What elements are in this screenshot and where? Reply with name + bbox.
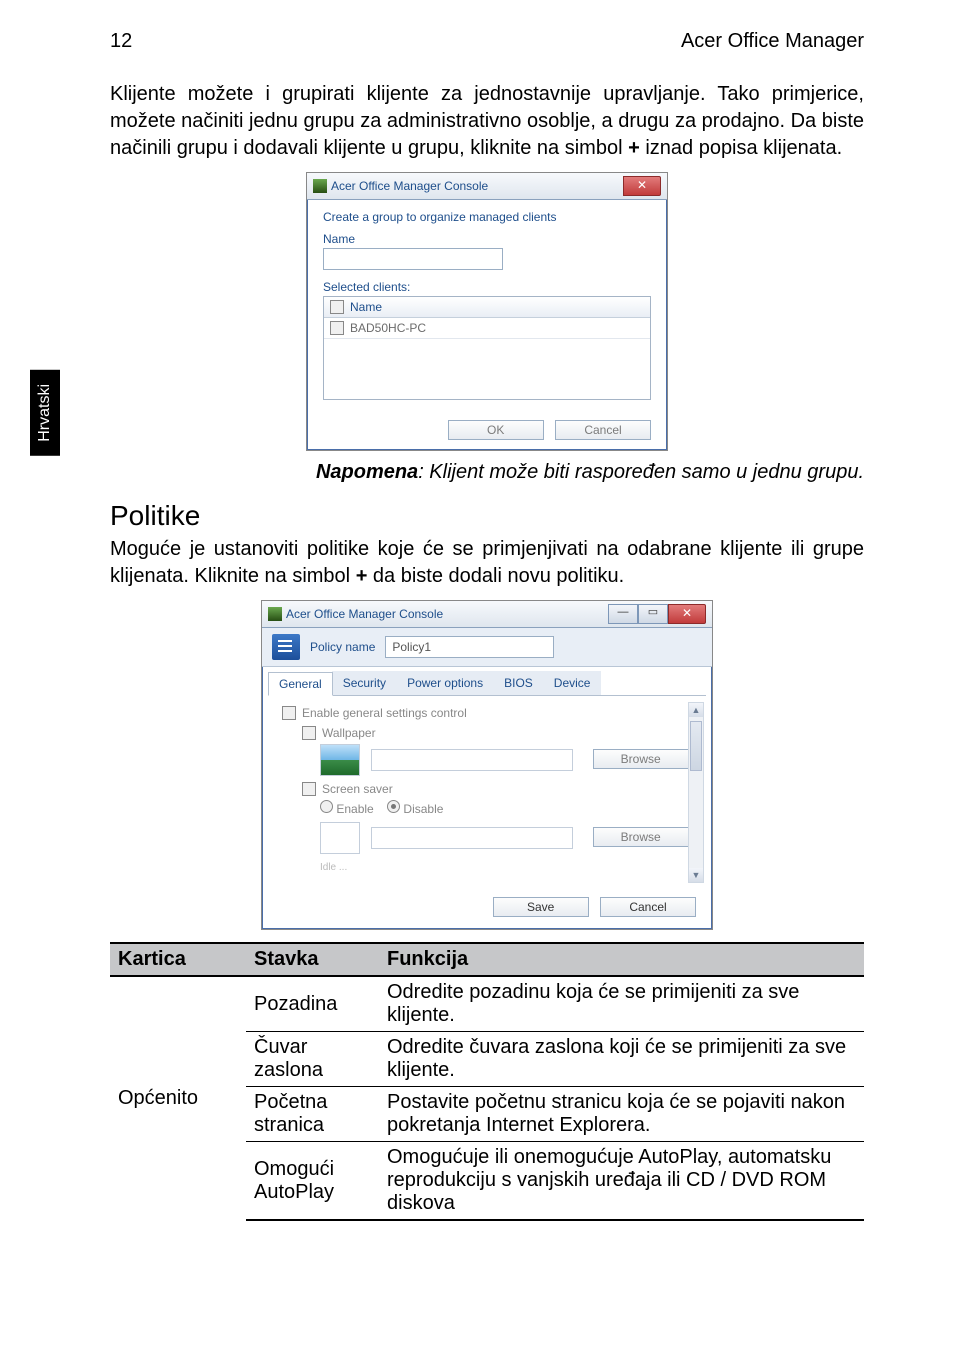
selected-clients-label: Selected clients: bbox=[323, 280, 651, 294]
disable-radio[interactable] bbox=[387, 800, 400, 813]
enable-radio-label: Enable bbox=[336, 802, 373, 816]
scroll-up-icon[interactable]: ▲ bbox=[689, 703, 703, 717]
col-stavka: Stavka bbox=[246, 943, 379, 976]
policy-items-table: Kartica Stavka Funkcija Općenito Pozadin… bbox=[110, 942, 864, 1221]
close-icon[interactable]: ✕ bbox=[623, 176, 661, 196]
app-icon bbox=[268, 607, 282, 621]
stavka-cell: Čuvar zaslona bbox=[246, 1032, 379, 1087]
wallpaper-preview-icon bbox=[320, 744, 360, 776]
save-button[interactable]: Save bbox=[493, 897, 589, 917]
stavka-cell: Omogući AutoPlay bbox=[246, 1142, 379, 1221]
intro-paragraph-2: Moguće je ustanoviti politike koje će se… bbox=[110, 536, 864, 590]
table-row: Općenito Pozadina Odredite pozadinu koja… bbox=[110, 976, 864, 1032]
browse-screensaver-button[interactable]: Browse bbox=[593, 827, 689, 847]
doc-title: Acer Office Manager bbox=[681, 30, 864, 53]
kartica-cell: Općenito bbox=[110, 976, 246, 1220]
funkcija-cell: Postavite početnu stranicu koja će se po… bbox=[379, 1087, 864, 1142]
client-name: BAD50HC-PC bbox=[350, 321, 426, 335]
policy-icon bbox=[272, 634, 300, 660]
tab-power-options[interactable]: Power options bbox=[396, 671, 494, 695]
enable-general-label: Enable general settings control bbox=[302, 706, 467, 720]
cancel-button[interactable]: Cancel bbox=[600, 897, 696, 917]
wallpaper-checkbox[interactable] bbox=[302, 726, 316, 740]
intro-paragraph-1: Klijente možete i grupirati klijente za … bbox=[110, 81, 864, 162]
enable-general-checkbox[interactable] bbox=[282, 706, 296, 720]
stavka-cell: Početna stranica bbox=[246, 1087, 379, 1142]
name-label: Name bbox=[323, 232, 651, 246]
page-number: 12 bbox=[110, 30, 132, 53]
cancel-button[interactable]: Cancel bbox=[555, 420, 651, 440]
maximize-icon[interactable]: ▭ bbox=[638, 604, 668, 624]
policy-dialog: Acer Office Manager Console — ▭ ✕ Policy… bbox=[261, 600, 713, 930]
funkcija-cell: Odredite čuvara zaslona koji će se primi… bbox=[379, 1032, 864, 1087]
enable-radio[interactable] bbox=[320, 800, 333, 813]
policy-tabs: General Security Power options BIOS Devi… bbox=[268, 671, 706, 696]
tab-bios[interactable]: BIOS bbox=[493, 671, 544, 695]
group-name-input[interactable] bbox=[323, 248, 503, 270]
disable-radio-label: Disable bbox=[403, 802, 443, 816]
col-funkcija: Funkcija bbox=[379, 943, 864, 976]
create-group-dialog: Acer Office Manager Console ✕ Create a g… bbox=[306, 172, 668, 451]
language-tab: Hrvatski bbox=[30, 370, 60, 456]
column-name: Name bbox=[350, 300, 382, 314]
tab-security[interactable]: Security bbox=[332, 671, 397, 695]
screensaver-label: Screen saver bbox=[322, 782, 393, 796]
scroll-thumb[interactable] bbox=[690, 721, 702, 771]
section-heading-politike: Politike bbox=[110, 500, 864, 532]
tab-general[interactable]: General bbox=[268, 672, 333, 696]
screensaver-preview-icon bbox=[320, 822, 360, 854]
browse-wallpaper-button[interactable]: Browse bbox=[593, 749, 689, 769]
wallpaper-label: Wallpaper bbox=[322, 726, 376, 740]
wallpaper-path-input[interactable] bbox=[371, 749, 573, 771]
screensaver-path-input[interactable] bbox=[371, 827, 573, 849]
ok-button[interactable]: OK bbox=[448, 420, 544, 440]
tab-device[interactable]: Device bbox=[543, 671, 602, 695]
list-item[interactable]: BAD50HC-PC bbox=[324, 318, 650, 339]
clients-list[interactable]: Name BAD50HC-PC bbox=[323, 296, 651, 400]
dialog1-title: Acer Office Manager Console bbox=[331, 179, 488, 193]
col-kartica: Kartica bbox=[110, 943, 246, 976]
scroll-down-icon[interactable]: ▼ bbox=[689, 868, 703, 882]
select-all-checkbox[interactable] bbox=[330, 300, 344, 314]
minimize-icon[interactable]: — bbox=[608, 604, 638, 624]
scrollbar[interactable]: ▲ ▼ bbox=[688, 702, 704, 883]
screensaver-checkbox[interactable] bbox=[302, 782, 316, 796]
funkcija-cell: Odredite pozadinu koja će se primijeniti… bbox=[379, 976, 864, 1032]
app-icon bbox=[313, 179, 327, 193]
funkcija-cell: Omogućuje ili onemogućuje AutoPlay, auto… bbox=[379, 1142, 864, 1221]
dialog1-heading: Create a group to organize managed clien… bbox=[323, 210, 651, 224]
dialog2-title: Acer Office Manager Console bbox=[286, 607, 443, 621]
close-icon[interactable]: ✕ bbox=[668, 604, 706, 624]
idle-label: Idle ... bbox=[302, 862, 692, 873]
policy-name-input[interactable] bbox=[385, 636, 554, 658]
note-line: Napomena: Klijent može biti raspoređen s… bbox=[110, 461, 864, 484]
policy-name-label: Policy name bbox=[310, 640, 375, 654]
stavka-cell: Pozadina bbox=[246, 976, 379, 1032]
client-checkbox[interactable] bbox=[330, 321, 344, 335]
